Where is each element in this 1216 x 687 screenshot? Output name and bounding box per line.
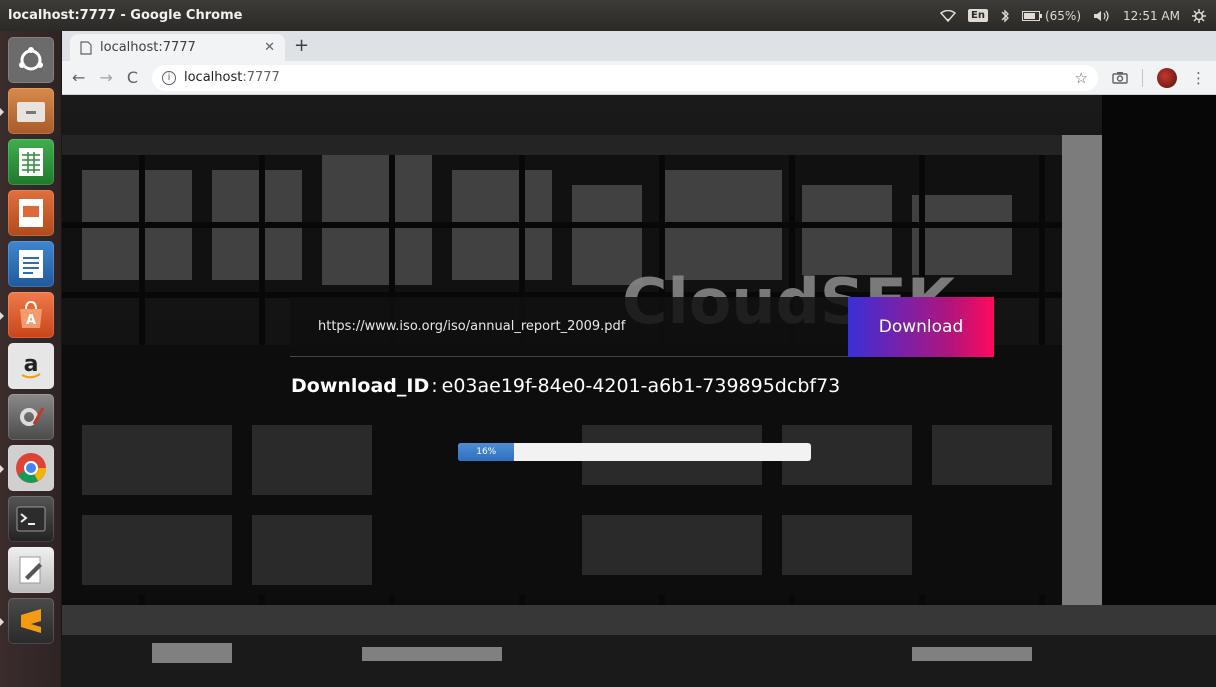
tab-title: localhost:7777 xyxy=(100,40,196,55)
ubuntu-dash-icon[interactable] xyxy=(7,37,54,83)
back-arrow-icon[interactable]: ← xyxy=(72,68,85,87)
site-info-icon[interactable]: i xyxy=(161,70,176,85)
download-id-separator: : xyxy=(431,375,438,397)
download-id-line: Download_ID: e03ae19f-84e0-4201-a6b1-7398… xyxy=(291,375,840,397)
download-id-value: e03ae19f-84e0-4201-a6b1-739895dcbf73 xyxy=(441,375,841,397)
download-button[interactable]: Download xyxy=(848,297,994,357)
text-editor-icon[interactable] xyxy=(7,547,54,593)
amazon-icon[interactable]: a xyxy=(7,343,54,389)
battery-icon xyxy=(1021,10,1042,21)
tab-strip: localhost:7777 ✕ + xyxy=(62,31,1216,61)
system-indicators: En (65%) 12:51 AM xyxy=(940,8,1216,23)
download-progress-bar: 16% xyxy=(458,443,811,461)
battery-percent: (65%) xyxy=(1044,8,1082,23)
system-settings-icon[interactable] xyxy=(7,394,54,440)
keyboard-layout-indicator[interactable]: En xyxy=(968,9,988,22)
ubuntu-launcher: A a xyxy=(0,31,62,687)
bookmark-star-icon[interactable]: ☆ xyxy=(1075,69,1088,87)
bluetooth-icon[interactable] xyxy=(1000,8,1010,23)
chrome-menu-icon[interactable]: ⋮ xyxy=(1191,69,1206,87)
wifi-icon[interactable] xyxy=(940,9,957,22)
calc-spreadsheet-icon[interactable] xyxy=(7,139,54,185)
address-bar[interactable]: i localhost:7777 ☆ xyxy=(151,64,1098,91)
page-icon xyxy=(80,40,92,55)
page-viewport: CloudSEK Download Download_ID:e0 xyxy=(62,95,1216,687)
camera-extension-icon[interactable] xyxy=(1112,71,1128,84)
window-title: localhost:7777 - Google Chrome xyxy=(8,8,243,23)
close-tab-icon[interactable]: ✕ xyxy=(264,40,275,55)
reload-icon[interactable]: C xyxy=(127,68,138,87)
clock[interactable]: 12:51 AM xyxy=(1123,9,1180,23)
terminal-icon[interactable] xyxy=(7,496,54,542)
progress-fill: 16% xyxy=(458,443,515,461)
download-id-label: Download_ID xyxy=(291,375,430,397)
software-center-icon[interactable]: A xyxy=(0,292,54,338)
sublime-text-icon[interactable] xyxy=(0,598,54,644)
browser-toolbar: ← → C i localhost:7777 ☆ ⋮ xyxy=(62,61,1216,95)
svg-text:A: A xyxy=(25,313,35,328)
url-input[interactable] xyxy=(290,297,848,357)
tab-localhost[interactable]: localhost:7777 ✕ xyxy=(70,34,285,61)
session-gear-icon[interactable] xyxy=(1192,8,1206,23)
chrome-icon[interactable] xyxy=(0,445,54,491)
running-indicator xyxy=(0,618,4,626)
address-host: localhost xyxy=(183,70,243,85)
address-text: localhost:7777 xyxy=(184,70,280,85)
writer-document-icon[interactable] xyxy=(7,241,54,287)
toolbar-divider xyxy=(1142,68,1143,87)
toolbar-extensions: ⋮ xyxy=(1112,67,1206,88)
profile-avatar[interactable] xyxy=(1157,67,1177,88)
svg-text:a: a xyxy=(23,352,38,377)
running-indicator xyxy=(0,465,4,473)
running-indicator xyxy=(0,108,4,116)
new-tab-icon[interactable]: + xyxy=(294,35,309,56)
running-indicator xyxy=(0,312,4,320)
os-top-panel: localhost:7777 - Google Chrome En (65%) … xyxy=(0,0,1216,31)
battery-indicator[interactable]: (65%) xyxy=(1021,8,1082,23)
address-port: :7777 xyxy=(242,70,280,85)
forward-arrow-icon[interactable]: → xyxy=(99,68,112,87)
chrome-window: localhost:7777 ✕ + ← → C i localhost:777… xyxy=(62,31,1216,687)
files-icon[interactable] xyxy=(0,88,54,134)
volume-icon[interactable] xyxy=(1093,10,1111,22)
download-form: Download xyxy=(290,297,994,357)
impress-presentation-icon[interactable] xyxy=(7,190,54,236)
